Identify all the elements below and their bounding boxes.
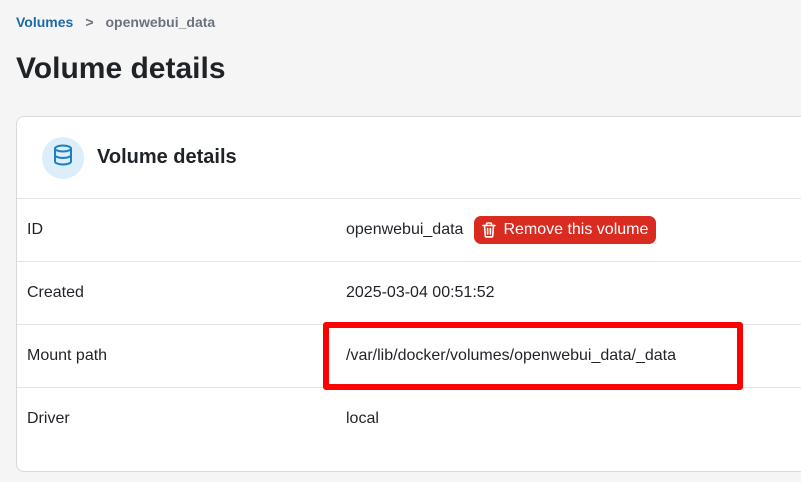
detail-value-driver-wrap: local [346, 410, 379, 428]
volume-details-card: Volume details ID openwebui_data Remove … [16, 116, 801, 472]
detail-value-driver: local [346, 410, 379, 427]
card-header-icon-circle [42, 136, 84, 179]
detail-value-mount-path-wrap: /var/lib/docker/volumes/openwebui_data/_… [346, 347, 676, 365]
detail-value-mount-path: /var/lib/docker/volumes/openwebui_data/_… [346, 347, 676, 364]
breadcrumb: Volumes > openwebui_data [16, 14, 215, 30]
database-icon [53, 144, 73, 171]
card-header: Volume details [17, 117, 801, 199]
breadcrumb-current: openwebui_data [105, 14, 216, 30]
detail-value-created-wrap: 2025-03-04 00:51:52 [346, 284, 495, 302]
remove-volume-button[interactable]: Remove this volume [474, 216, 657, 244]
detail-label-id: ID [27, 221, 43, 238]
detail-label-mount-path: Mount path [27, 347, 108, 364]
detail-row-id: ID openwebui_data Remove this volume [17, 199, 801, 262]
trash-icon [482, 222, 497, 238]
page-title: Volume details [16, 52, 226, 85]
detail-label-driver: Driver [27, 410, 70, 427]
detail-value-id-wrap: openwebui_data Remove this volume [346, 216, 657, 244]
breadcrumb-separator: > [85, 14, 94, 30]
detail-row-mount-path: Mount path /var/lib/docker/volumes/openw… [17, 325, 801, 388]
remove-volume-button-label: Remove this volume [503, 221, 649, 238]
detail-row-created: Created 2025-03-04 00:51:52 [17, 262, 801, 325]
detail-row-driver: Driver local [17, 388, 801, 450]
detail-label-created: Created [27, 284, 84, 301]
breadcrumb-volumes-link[interactable]: Volumes [16, 14, 73, 30]
card-title: Volume details [97, 146, 237, 168]
detail-value-created: 2025-03-04 00:51:52 [346, 284, 495, 301]
detail-value-id: openwebui_data [346, 221, 464, 238]
